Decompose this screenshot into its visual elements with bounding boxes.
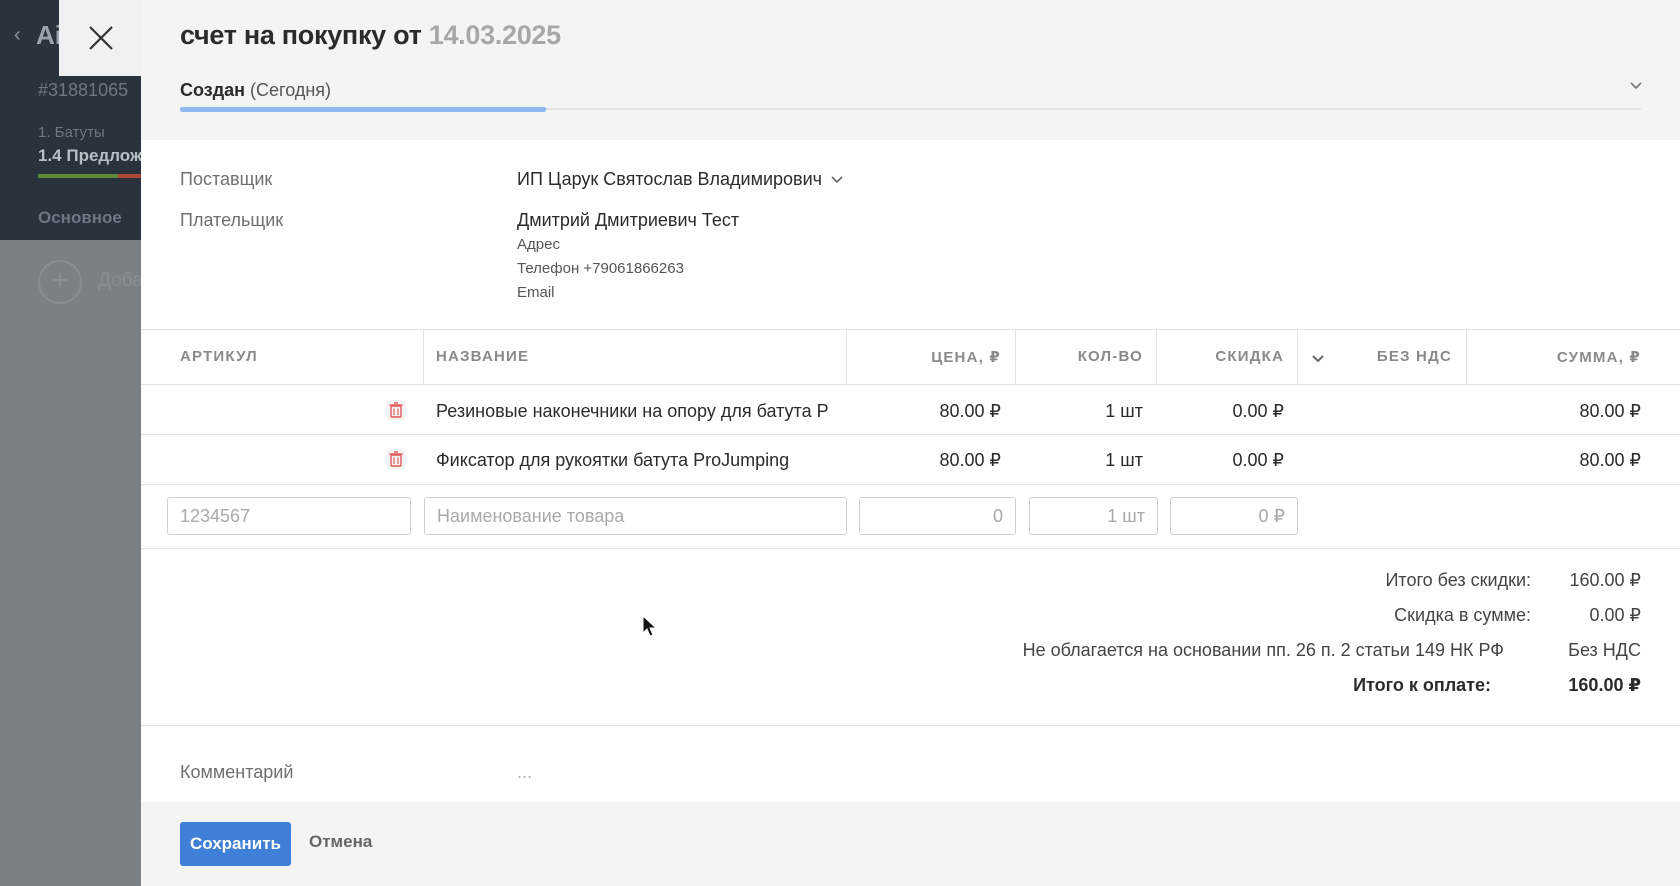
row-price[interactable]: 80.00 ₽ xyxy=(851,450,1002,471)
column-divider xyxy=(1015,330,1016,384)
inputs-divider xyxy=(141,548,1680,549)
row-divider xyxy=(141,434,1680,435)
subtotal-value: 160.00 ₽ xyxy=(1569,570,1641,590)
total-value: 160.00 ₽ xyxy=(1568,675,1641,695)
save-button[interactable]: Сохранить xyxy=(180,822,291,866)
column-header-sum: СУММА, ₽ xyxy=(1556,349,1641,366)
chevron-down-icon[interactable] xyxy=(1628,78,1644,94)
payer-email: Email xyxy=(517,284,555,301)
supplier-value: ИП Царук Святослав Владимирович xyxy=(517,169,823,189)
trash-icon[interactable] xyxy=(385,399,407,421)
status-note: (Сегодня) xyxy=(250,80,332,100)
discount-input[interactable] xyxy=(1170,497,1298,535)
row-name[interactable]: Фиксатор для рукоятки батута ProJumping xyxy=(436,450,828,471)
discount-total-label: Скидка в сумме: xyxy=(1394,605,1531,625)
row-qty[interactable]: 1 шт xyxy=(1021,401,1143,422)
discount-total-value: 0.00 ₽ xyxy=(1589,605,1642,625)
payer-name[interactable]: Дмитрий Дмитриевич Тест xyxy=(517,210,739,231)
row-qty[interactable]: 1 шт xyxy=(1021,450,1143,471)
modal-title: счет на покупку от 14.03.2025 xyxy=(180,20,561,51)
column-divider xyxy=(423,330,424,384)
comment-field[interactable]: ... xyxy=(517,762,532,783)
chevron-down-icon xyxy=(831,175,843,183)
background-stage: 1.4 Предлож xyxy=(38,146,142,165)
table-header-divider xyxy=(141,384,1680,385)
cancel-button[interactable]: Отмена xyxy=(309,832,372,852)
chevron-down-icon[interactable] xyxy=(1311,352,1325,366)
column-divider xyxy=(1297,330,1298,384)
background-tab-main: Основное xyxy=(38,208,122,227)
status-label: Создан (Сегодня) xyxy=(180,80,331,101)
price-input[interactable] xyxy=(859,497,1016,535)
column-header-discount: СКИДКА xyxy=(1215,348,1284,365)
vat-label: Не облагается на основании пп. 26 п. 2 с… xyxy=(1022,640,1504,660)
background-add-label: Доба xyxy=(98,270,143,291)
column-header-article: АРТИКУЛ xyxy=(180,348,258,365)
background-stage-bar-red xyxy=(118,174,141,178)
background-panel xyxy=(0,240,141,886)
column-divider xyxy=(846,330,847,384)
vat-value: Без НДС xyxy=(1568,640,1641,660)
subtotal-label: Итого без скидки: xyxy=(1385,570,1531,590)
invoice-modal: счет на покупку от 14.03.2025 Создан (Се… xyxy=(141,0,1680,886)
close-button[interactable] xyxy=(59,0,142,76)
supplier-select[interactable]: ИП Царук Святослав Владимирович xyxy=(517,169,844,190)
quantity-input[interactable] xyxy=(1029,497,1158,535)
plus-icon: + xyxy=(38,260,82,304)
status-progress-fill xyxy=(180,107,546,112)
comment-label: Комментарий xyxy=(180,762,294,782)
payer-address: Адрес xyxy=(517,236,560,253)
background-deal-id: #31881065 xyxy=(38,80,129,100)
column-divider xyxy=(1156,330,1157,384)
supplier-label: Поставщик xyxy=(180,169,273,189)
totals-divider xyxy=(141,725,1680,726)
payer-label: Плательщик xyxy=(180,210,284,230)
row-divider xyxy=(141,484,1680,485)
column-header-qty: КОЛ-ВО xyxy=(1077,348,1143,365)
row-sum: 80.00 ₽ xyxy=(1579,401,1642,421)
back-arrow-icon: ‹ xyxy=(14,24,21,46)
row-sum: 80.00 ₽ xyxy=(1579,450,1642,470)
trash-icon[interactable] xyxy=(385,448,407,470)
column-header-vat: БЕЗ НДС xyxy=(1376,348,1452,365)
status-name: Создан xyxy=(180,80,246,100)
modal-title-text: счет на покупку от xyxy=(180,20,422,50)
close-icon xyxy=(88,26,113,50)
column-header-price: ЦЕНА, ₽ xyxy=(931,349,1001,366)
payer-phone: Телефон +79061866263 xyxy=(517,260,684,277)
total-label: Итого к оплате: xyxy=(1353,675,1491,695)
background-pipeline: 1. Батуты xyxy=(38,124,105,141)
product-name-input[interactable] xyxy=(424,497,847,535)
row-discount[interactable]: 0.00 ₽ xyxy=(1161,450,1285,471)
row-name[interactable]: Резиновые наконечники на опору для батут… xyxy=(436,401,828,422)
article-input[interactable] xyxy=(167,497,411,535)
mouse-cursor-icon xyxy=(642,615,658,637)
column-divider xyxy=(1466,330,1467,384)
column-header-name: НАЗВАНИЕ xyxy=(436,348,530,365)
row-discount[interactable]: 0.00 ₽ xyxy=(1161,401,1285,422)
modal-title-date: 14.03.2025 xyxy=(428,20,561,50)
table-top-divider xyxy=(141,329,1680,330)
row-price[interactable]: 80.00 ₽ xyxy=(851,401,1002,422)
